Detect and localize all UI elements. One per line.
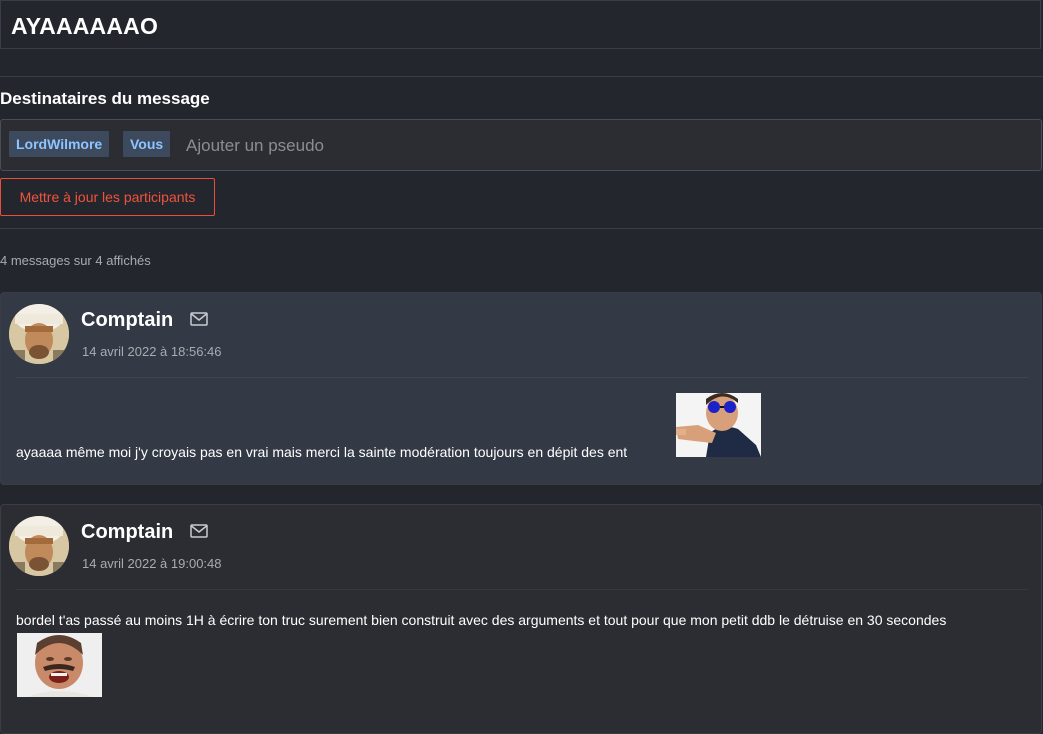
author-name[interactable]: Comptain xyxy=(81,309,173,332)
divider xyxy=(0,228,1043,229)
sticker-pointing-man-sunglasses xyxy=(676,393,761,457)
recipient-chip-vous[interactable]: Vous xyxy=(123,131,171,157)
message-text: ayaaaa même moi j'y croyais pas en vrai … xyxy=(16,444,628,460)
message-date: 14 avril 2022 à 18:56:46 xyxy=(82,344,222,359)
message-date: 14 avril 2022 à 19:00:48 xyxy=(82,556,222,571)
messages-count: 4 messages sur 4 affichés xyxy=(0,253,151,268)
envelope-icon[interactable] xyxy=(190,524,208,538)
author-avatar[interactable] xyxy=(9,516,69,576)
conversation-title: AYAAAAAAO xyxy=(11,13,159,39)
add-username-input[interactable] xyxy=(184,133,488,159)
envelope-icon[interactable] xyxy=(190,312,208,326)
message-card: Comptain 14 avril 2022 à 19:00:48 bordel… xyxy=(0,504,1042,734)
update-participants-button[interactable]: Mettre à jour les participants xyxy=(0,178,215,216)
conversation-header: AYAAAAAAO xyxy=(0,0,1041,49)
recipients-field[interactable]: LordWilmore Vous xyxy=(0,119,1042,171)
recipient-chip-lordwilmore[interactable]: LordWilmore xyxy=(9,131,110,157)
divider xyxy=(0,76,1043,77)
author-name[interactable]: Comptain xyxy=(81,521,173,544)
divider xyxy=(16,589,1028,590)
message-text: bordel t'as passé au moins 1H à écrire t… xyxy=(16,612,947,628)
message-card: Comptain 14 avril 2022 à 18:56:46 ayaaaa… xyxy=(0,292,1042,485)
author-avatar[interactable] xyxy=(9,304,69,364)
divider xyxy=(16,377,1028,378)
sticker-laughing-man xyxy=(17,633,102,697)
recipients-title: Destinataires du message xyxy=(0,89,210,108)
